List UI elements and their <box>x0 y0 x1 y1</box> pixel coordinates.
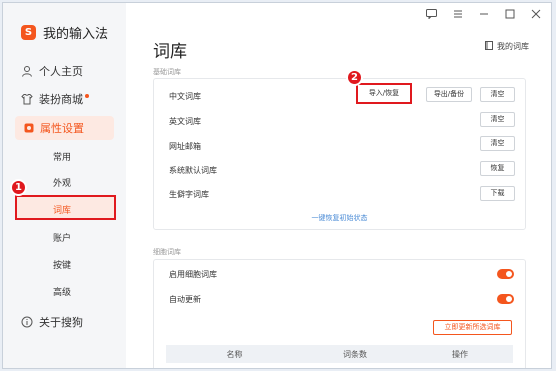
column-header-name[interactable]: 名称 <box>166 345 303 363</box>
download-rare-button[interactable]: 下载 <box>480 186 515 201</box>
sidebar-item-label: 属性设置 <box>40 122 84 135</box>
column-header-action: 操作 <box>452 349 468 359</box>
step-badge-2: 2 <box>346 69 363 86</box>
row-enable-cell-dict: 启用细胞词库 <box>169 270 217 279</box>
close-icon[interactable] <box>531 9 541 22</box>
restore-defaults-link[interactable]: 一键恢复初始状态 <box>154 213 525 223</box>
subnav-appearance[interactable]: 外观 <box>53 176 71 189</box>
step-badge-1: 1 <box>10 179 27 196</box>
sidebar-item-store[interactable]: 装扮商城 <box>21 91 89 107</box>
sogou-logo-icon: S <box>21 25 36 40</box>
subnav-account[interactable]: 账户 <box>53 231 71 244</box>
settings-icon[interactable] <box>453 9 463 22</box>
user-icon <box>21 65 33 77</box>
shirt-icon <box>21 93 33 105</box>
settings-window: S 我的输入法 个人主页 装扮商城 属性设置 常用 外观 词库 账户 按键 高级… <box>2 2 552 369</box>
row-english-dict: 英文词库 <box>169 117 201 126</box>
app-name: 我的输入法 <box>43 27 109 42</box>
clear-chinese-button[interactable]: 清空 <box>480 87 515 102</box>
subnav-dictionary-label: 词库 <box>53 206 72 216</box>
cell-dict-table-header: 名称 词条数 操作 <box>166 345 513 363</box>
sidebar-item-label: 个人主页 <box>39 65 83 78</box>
gear-icon <box>23 122 35 134</box>
enable-cell-dict-toggle[interactable] <box>497 269 514 279</box>
cell-dict-section-label: 细胞词库 <box>153 248 181 256</box>
info-icon <box>21 316 33 328</box>
feedback-icon[interactable] <box>426 9 437 22</box>
brand: S 我的输入法 <box>21 23 108 42</box>
sidebar-item-label: 装扮商城 <box>39 93 83 106</box>
window-controls <box>426 9 541 22</box>
sidebar-item-about[interactable]: 关于搜狗 <box>21 314 83 330</box>
subnav-advanced[interactable]: 高级 <box>53 285 71 298</box>
sidebar-item-settings[interactable]: 属性设置 <box>15 116 114 140</box>
row-auto-update: 自动更新 <box>169 295 201 304</box>
subnav-common[interactable]: 常用 <box>53 150 71 163</box>
subnav-keys[interactable]: 按键 <box>53 258 71 271</box>
subnav-dictionary[interactable]: 词库 <box>15 195 116 220</box>
import-restore-button[interactable]: 导入/恢复 <box>356 83 412 104</box>
book-icon <box>485 41 493 52</box>
restore-system-button[interactable]: 恢复 <box>480 161 515 176</box>
notification-dot <box>85 94 89 98</box>
my-dictionary-link[interactable]: 我的词库 <box>485 41 529 52</box>
minimize-icon[interactable] <box>479 9 489 22</box>
sidebar-item-label: 关于搜狗 <box>39 316 83 329</box>
main-panel: 词库 我的词库 基础词库 中文词库 英文词库 网址邮箱 系统默认词库 生僻字词库… <box>126 3 551 368</box>
row-url-email: 网址邮箱 <box>169 142 201 151</box>
export-backup-button[interactable]: 导出/备份 <box>426 87 472 102</box>
update-selected-button[interactable]: 立即更新所选词库 <box>433 320 512 335</box>
row-system-default-dict: 系统默认词库 <box>169 166 217 175</box>
auto-update-toggle[interactable] <box>497 294 514 304</box>
maximize-icon[interactable] <box>505 9 515 22</box>
clear-url-button[interactable]: 清空 <box>480 136 515 151</box>
basic-dict-card: 中文词库 英文词库 网址邮箱 系统默认词库 生僻字词库 导出/备份 清空 清空 … <box>153 78 526 230</box>
column-header-count[interactable]: 词条数 <box>303 345 407 363</box>
row-rare-char-dict: 生僻字词库 <box>169 190 209 199</box>
clear-english-button[interactable]: 清空 <box>480 112 515 127</box>
my-dictionary-label: 我的词库 <box>497 42 529 51</box>
sidebar: S 我的输入法 个人主页 装扮商城 属性设置 常用 外观 词库 账户 按键 高级… <box>3 3 126 368</box>
row-chinese-dict: 中文词库 <box>169 92 201 101</box>
basic-dict-section-label: 基础词库 <box>153 68 181 76</box>
sidebar-item-profile[interactable]: 个人主页 <box>21 63 83 79</box>
page-title: 词库 <box>153 42 187 62</box>
